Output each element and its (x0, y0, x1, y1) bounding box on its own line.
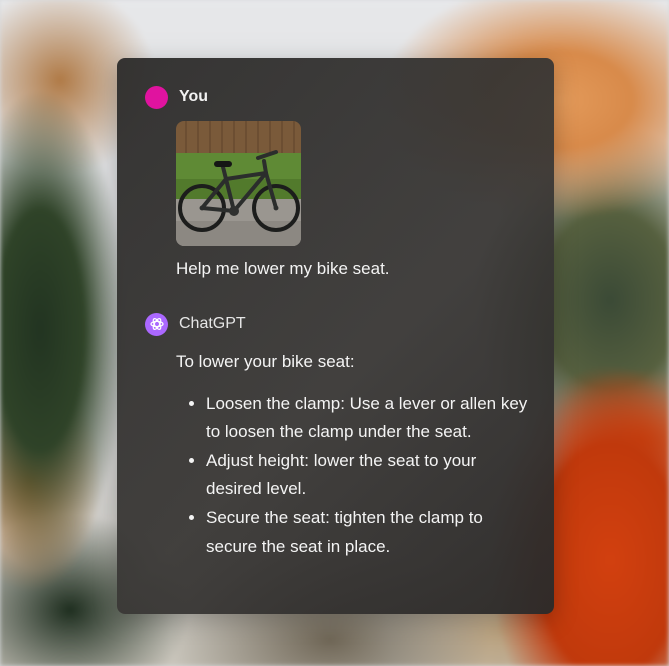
chat-panel: You Help me lower my bike seat. ChatGPT … (117, 58, 554, 614)
user-name: You (179, 88, 209, 105)
assistant-message-header: ChatGPT (145, 312, 246, 336)
openai-logo-icon (149, 318, 164, 330)
step-item: Secure the seat: tighten the clamp to se… (206, 504, 536, 561)
step-item: Loosen the clamp: Use a lever or allen k… (206, 390, 536, 447)
assistant-intro: To lower your bike seat: (176, 352, 355, 371)
assistant-avatar (145, 312, 168, 336)
user-avatar (145, 85, 168, 109)
bike-photo-attachment[interactable] (176, 121, 301, 246)
steps-list: Loosen the clamp: Use a lever or allen k… (176, 390, 536, 562)
assistant-message: To lower your bike seat: Loosen the clam… (176, 348, 536, 561)
step-item: Adjust height: lower the seat to your de… (206, 447, 536, 504)
bicycle-photo (176, 121, 301, 246)
user-message: Help me lower my bike seat. (176, 259, 390, 278)
user-message-header: You (145, 85, 208, 109)
assistant-name: ChatGPT (179, 315, 246, 332)
